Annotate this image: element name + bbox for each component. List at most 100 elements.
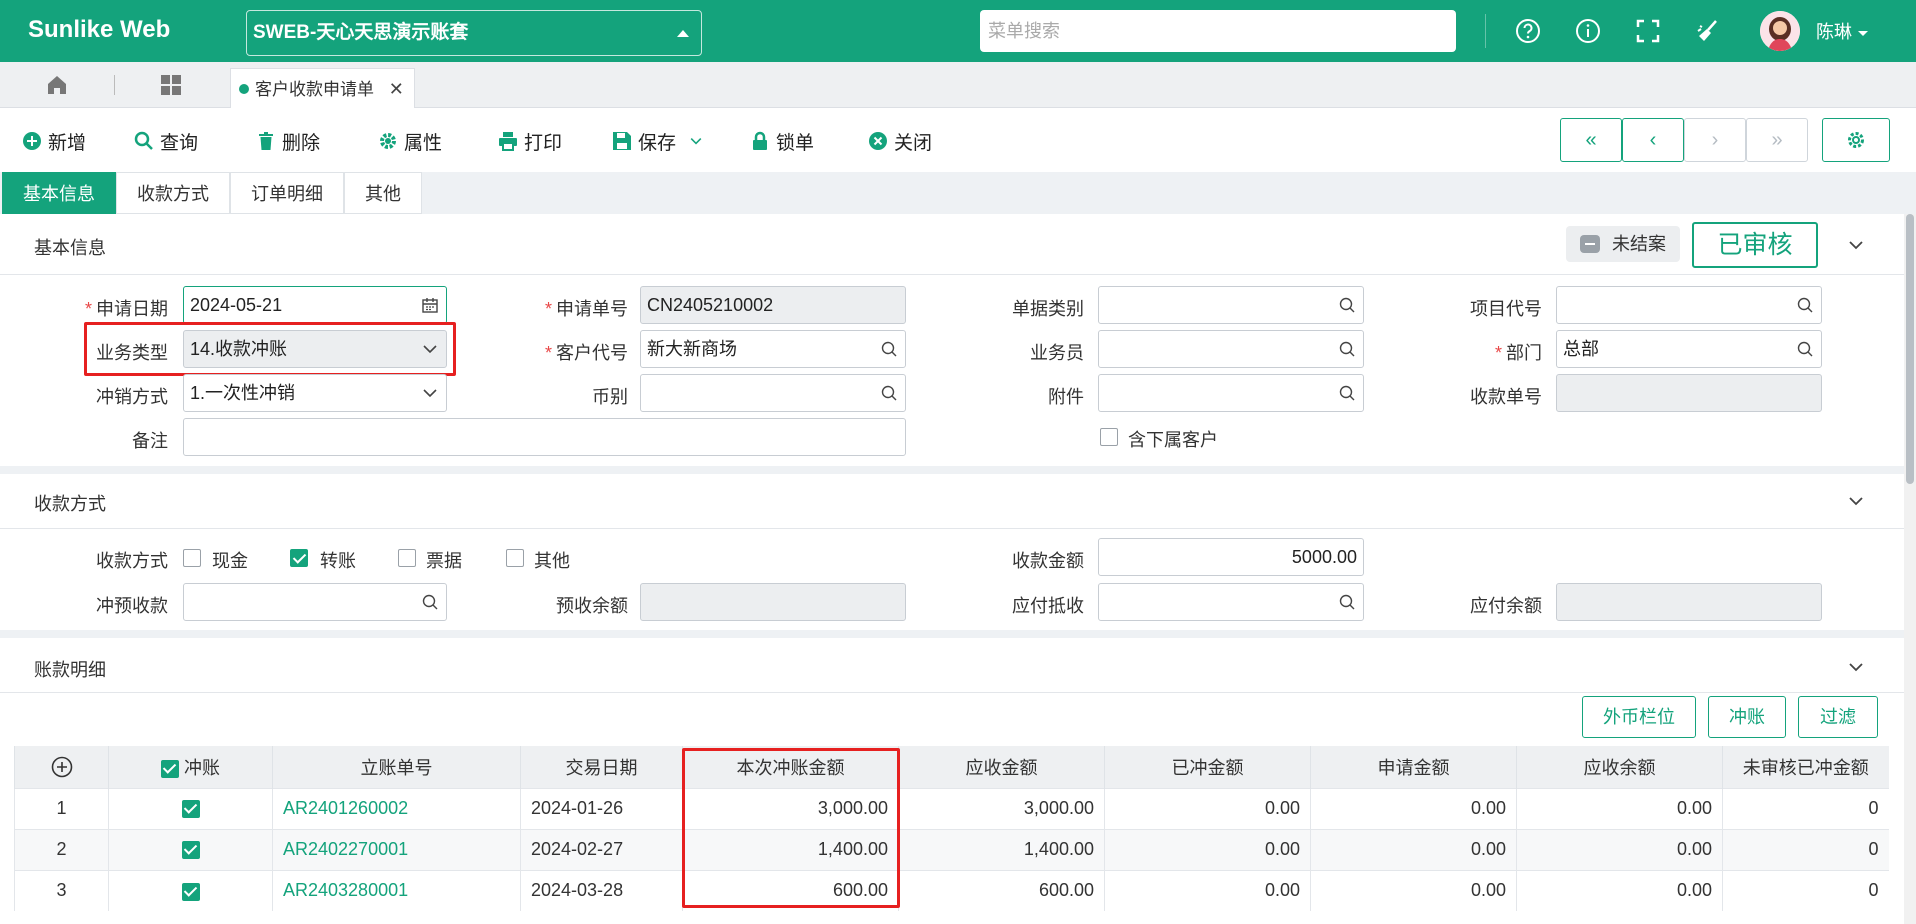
prev-record-button[interactable]: ‹ <box>1622 118 1684 162</box>
row-offset-cell[interactable] <box>108 869 273 911</box>
fullscreen-icon[interactable] <box>1634 17 1662 45</box>
collapse-chevron-icon[interactable] <box>1848 240 1864 250</box>
biz-type-select[interactable]: 14.收款冲账 <box>183 330 447 368</box>
search-icon[interactable] <box>422 594 438 610</box>
date-column-header[interactable]: 交易日期 <box>520 746 683 788</box>
select-all-checkbox[interactable] <box>160 760 179 778</box>
salesman-field[interactable] <box>1098 330 1364 368</box>
tab-basic-info[interactable]: 基本信息 <box>2 172 116 214</box>
offsetted-cell: 0.00 <box>1104 828 1311 870</box>
broom-clear-icon[interactable] <box>1694 17 1722 45</box>
row-offset-checkbox[interactable] <box>181 800 200 819</box>
last-record-button[interactable]: » <box>1746 118 1808 162</box>
apply-date-field[interactable]: 2024-05-21 <box>183 286 447 324</box>
offsetted-cell: 0.00 <box>1104 869 1311 911</box>
cash-checkbox[interactable] <box>183 549 201 567</box>
balance-column-header[interactable]: 应收余额 <box>1516 746 1723 788</box>
print-button[interactable]: 打印 <box>498 128 562 154</box>
settings-button[interactable] <box>1822 118 1890 162</box>
table-row[interactable]: 3 AR2403280001 2024-03-28 600.00 600.00 … <box>14 869 1889 911</box>
payable-offset-label: 应付抵收 <box>1012 596 1084 616</box>
currency-field[interactable] <box>640 374 906 412</box>
search-icon[interactable] <box>1339 341 1355 357</box>
row-offset-cell[interactable] <box>108 787 273 829</box>
user-avatar[interactable] <box>1760 11 1800 51</box>
scrollbar-thumb[interactable] <box>1906 214 1914 484</box>
tab-payment-method[interactable]: 收款方式 <box>116 172 230 214</box>
collapse-chevron-icon[interactable] <box>1848 662 1864 672</box>
collapse-chevron-icon[interactable] <box>1848 496 1864 506</box>
chevron-down-icon[interactable] <box>688 131 704 151</box>
foreign-currency-button[interactable]: 外币栏位 <box>1582 696 1696 738</box>
offset-column-header[interactable]: 冲账 <box>108 746 273 788</box>
search-icon[interactable] <box>1339 297 1355 313</box>
doc-no-link[interactable]: AR2402270001 <box>272 828 521 870</box>
bill-checkbox[interactable] <box>398 549 416 567</box>
add-button[interactable]: 新增 <box>22 128 86 154</box>
this-amount-cell[interactable]: 600.00 <box>682 869 899 911</box>
attachment-field[interactable] <box>1098 374 1364 412</box>
help-icon[interactable] <box>1514 17 1542 45</box>
this-amount-cell[interactable]: 3,000.00 <box>682 787 899 829</box>
search-icon[interactable] <box>1797 297 1813 313</box>
info-icon[interactable] <box>1574 17 1602 45</box>
calendar-icon[interactable] <box>422 297 438 313</box>
row-offset-checkbox[interactable] <box>181 841 200 860</box>
offsetted-column-header[interactable]: 已冲金额 <box>1104 746 1311 788</box>
save-button[interactable]: 保存 <box>612 128 704 154</box>
table-row[interactable]: 2 AR2402270001 2024-02-27 1,400.00 1,400… <box>14 828 1889 870</box>
tab-label: 客户收款申请单 <box>255 80 374 99</box>
table-row[interactable]: 1 AR2401260002 2024-01-26 3,000.00 3,000… <box>14 787 1889 829</box>
delete-button[interactable]: 删除 <box>256 128 320 154</box>
close-tab-icon[interactable]: ✕ <box>389 79 404 99</box>
tab-other[interactable]: 其他 <box>344 172 422 214</box>
remark-field[interactable] <box>183 418 906 456</box>
balance-cell: 0.00 <box>1516 828 1723 870</box>
tab-order-detail[interactable]: 订单明细 <box>230 172 344 214</box>
next-record-button[interactable]: › <box>1684 118 1746 162</box>
payable-offset-field[interactable] <box>1098 583 1364 621</box>
query-button[interactable]: 查询 <box>134 128 198 154</box>
doc-type-field[interactable] <box>1098 286 1364 324</box>
search-icon[interactable] <box>881 341 897 357</box>
project-field[interactable] <box>1556 286 1822 324</box>
search-icon[interactable] <box>881 385 897 401</box>
menu-search-input[interactable] <box>980 10 1456 52</box>
doc-no-column-header[interactable]: 立账单号 <box>272 746 521 788</box>
dept-field[interactable]: 总部 <box>1556 330 1822 368</box>
vertical-scrollbar[interactable] <box>1904 214 1916 924</box>
search-icon[interactable] <box>1797 341 1813 357</box>
search-icon[interactable] <box>1339 594 1355 610</box>
applied-column-header[interactable]: 申请金额 <box>1310 746 1517 788</box>
doc-no-link[interactable]: AR2403280001 <box>272 869 521 911</box>
doc-no-link[interactable]: AR2401260002 <box>272 787 521 829</box>
home-icon[interactable] <box>46 74 68 96</box>
search-icon[interactable] <box>1339 385 1355 401</box>
add-row-header[interactable] <box>14 746 109 788</box>
close-button[interactable]: 关闭 <box>868 128 932 154</box>
offset-method-select[interactable]: 1.一次性冲销 <box>183 374 447 412</box>
amount-field[interactable]: 5000.00 <box>1098 538 1364 576</box>
filter-button[interactable]: 过滤 <box>1798 696 1878 738</box>
this-amount-cell[interactable]: 1,400.00 <box>682 828 899 870</box>
other-checkbox[interactable] <box>506 549 524 567</box>
account-selector[interactable]: SWEB-天心天思演示账套 <box>246 10 702 56</box>
offset-prepaid-field[interactable] <box>183 583 447 621</box>
unaudited-column-header[interactable]: 未审核已冲金额 <box>1722 746 1889 788</box>
divider <box>0 528 1904 529</box>
customer-field[interactable]: 新大新商场 <box>640 330 906 368</box>
properties-button[interactable]: 属性 <box>378 128 442 154</box>
transfer-checkbox[interactable] <box>290 549 308 567</box>
offset-button[interactable]: 冲账 <box>1708 696 1786 738</box>
receivable-column-header[interactable]: 应收金额 <box>898 746 1105 788</box>
user-menu[interactable]: 陈琳 <box>1816 18 1868 44</box>
row-offset-checkbox[interactable] <box>181 882 200 901</box>
tab-customer-receipt-request[interactable]: 客户收款申请单 ✕ <box>230 68 415 108</box>
plus-circle-outline-icon[interactable] <box>51 756 73 778</box>
apps-grid-icon[interactable] <box>160 74 182 96</box>
lock-button[interactable]: 锁单 <box>750 128 814 154</box>
row-offset-cell[interactable] <box>108 828 273 870</box>
this-amount-column-header[interactable]: 本次冲账金额 <box>682 746 899 788</box>
first-record-button[interactable]: « <box>1560 118 1622 162</box>
include-sub-checkbox[interactable] <box>1100 428 1118 446</box>
